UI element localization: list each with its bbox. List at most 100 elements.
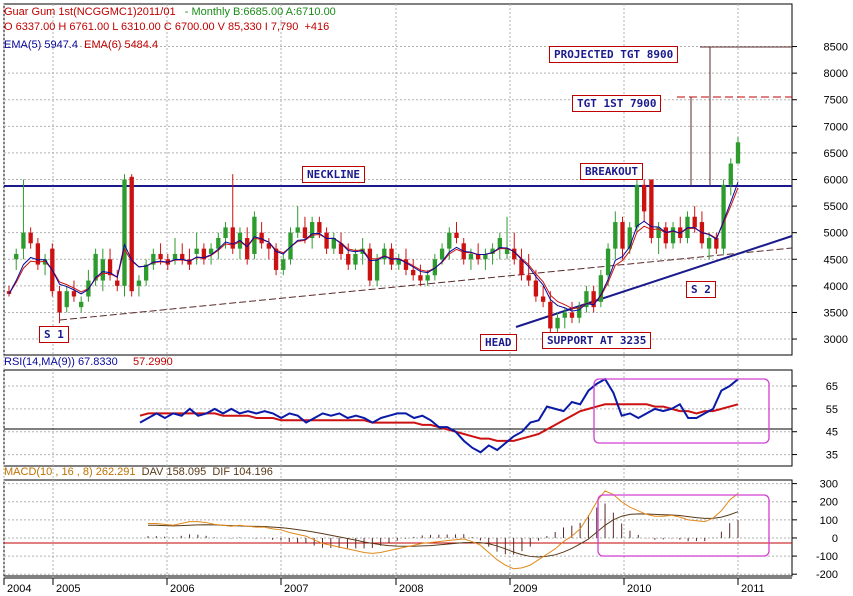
year-tick-label: 2009 — [513, 583, 537, 595]
macd-value: 262.291 — [95, 466, 136, 478]
candle-down — [245, 238, 250, 260]
macd-gridlines — [4, 483, 792, 575]
macd-y-axis: -200 -100 0 100 200 300 — [792, 479, 838, 581]
macd-legend: MACD(10 , 16 , 8) 262.291 DAV 158.095 DI… — [4, 466, 273, 479]
rsi-tick-label: 55 — [826, 404, 838, 416]
candle-down — [346, 253, 351, 265]
ema6-readout: EMA(6) 5484.4 — [84, 39, 159, 51]
price-tick-label: 4500 — [824, 254, 848, 266]
candle-up — [728, 163, 733, 185]
year-tick-label: 2004 — [7, 583, 31, 595]
candle-up — [122, 179, 127, 286]
candle-down — [526, 275, 531, 281]
rsi-tick-label: 35 — [826, 450, 838, 462]
price-tick-label: 8000 — [824, 68, 848, 80]
candle-up — [706, 238, 712, 249]
candle-up — [353, 253, 358, 265]
candle-down — [642, 184, 647, 212]
rsi-value: 67.8330 — [77, 356, 118, 368]
candle-up — [447, 232, 452, 249]
candle-down — [115, 280, 120, 286]
candle-down — [454, 232, 459, 238]
candle-up — [634, 184, 640, 228]
year-tick-label: 2011 — [741, 583, 765, 595]
rsi-legend: RSI(14,MA(9)) 67.8330 57.2990 — [4, 356, 173, 369]
candle-up — [497, 238, 502, 249]
candle-down — [28, 232, 33, 244]
candle-up — [439, 248, 445, 260]
candle-down — [389, 248, 394, 265]
macd-tick-label: 0 — [832, 533, 838, 545]
breakout-label: BREAKOUT — [580, 163, 643, 180]
candle-up — [562, 312, 567, 318]
projected-target-label: PROJECTED TGT 8900 — [549, 46, 679, 63]
s2-label: S 2 — [686, 281, 716, 298]
candle-down — [367, 248, 373, 281]
candle-up — [735, 142, 741, 164]
ema-legend: EMA(5) 5947.4 EMA(6) 5484.4 — [4, 39, 158, 52]
macd-line — [148, 490, 739, 570]
candle-up — [468, 253, 474, 260]
macd-tick-label: 300 — [820, 479, 838, 491]
candle-up — [143, 264, 149, 281]
candle-up — [555, 317, 560, 329]
price-tick-label: 6000 — [824, 175, 848, 187]
candle-down — [302, 227, 308, 238]
x-axis: 2004 2005 2006 2007 2008 2009 2010 2011 — [3, 4, 765, 595]
candle-up — [281, 259, 286, 270]
macd-dav: DAV 158.095 — [141, 466, 207, 478]
macd-label: MACD(10 , 16 , 8) — [4, 466, 93, 478]
price-gridlines — [4, 46, 792, 340]
candle-down — [71, 291, 77, 297]
rsi-tick-label: 65 — [826, 381, 838, 393]
candle-down — [548, 301, 553, 329]
candle-up — [605, 248, 611, 276]
rsi-panel-frame — [3, 369, 793, 467]
price-tick-label: 3000 — [824, 334, 848, 346]
price-tick-label: 4000 — [824, 281, 848, 293]
candle-down — [57, 291, 62, 313]
candle-up — [172, 253, 178, 260]
target1-label: TGT 1ST 7900 — [572, 95, 662, 112]
candle-down — [180, 253, 185, 260]
candle-up — [64, 291, 69, 308]
candle-up — [136, 280, 142, 286]
year-tick-label: 2007 — [284, 583, 308, 595]
price-tick-label: 5000 — [824, 228, 848, 240]
candle-up — [194, 248, 199, 254]
rsi-gridlines — [4, 385, 792, 456]
candle-up — [613, 222, 618, 249]
price-tick-label: 8500 — [824, 42, 848, 54]
year-tick-label: 2010 — [627, 583, 651, 595]
candle-up — [252, 216, 257, 254]
rsi-y-axis: 35 45 55 65 — [792, 381, 838, 462]
macd-tick-label: -200 — [816, 569, 838, 581]
price-tick-label: 5500 — [824, 201, 848, 213]
instrument-title: Guar Gum 1st(NCGGMC1)2011/01 — [4, 6, 176, 18]
candle-down — [158, 253, 163, 260]
macd-tick-label: -100 — [816, 551, 838, 563]
year-tick-label: 2006 — [170, 583, 194, 595]
s1-label: S 1 — [39, 326, 69, 343]
candle-down — [540, 296, 546, 302]
candle-up — [100, 259, 105, 281]
chart-canvas: 2004 2005 2006 2007 2008 2009 2010 2011 3000350… — [3, 3, 848, 595]
price-y-axis: 3000 3500 4000 4500 5000 5500 6000 6500 7000 7500… — [792, 42, 848, 346]
candle-down — [317, 222, 322, 233]
price-tick-label: 7500 — [824, 95, 848, 107]
header-line-1: Guar Gum 1st(NCGGMC1)2011/01 - Monthly B… — [4, 6, 336, 19]
ohlc-readout: O 6337.00 H 6761.00 L 6310.00 C 6700.00 … — [4, 21, 330, 33]
candle-up — [223, 227, 228, 238]
ema5-readout: EMA(5) 5947.4 — [4, 39, 78, 51]
rsi-tick-label: 45 — [826, 427, 838, 439]
head-label: HEAD — [480, 334, 517, 351]
candle-down — [692, 216, 697, 228]
support-label: SUPPORT AT 3235 — [542, 332, 652, 349]
candle-down — [533, 280, 539, 297]
year-tick-label: 2008 — [399, 583, 423, 595]
monthly-quote: - Monthly B:6685.00 A:6710.00 — [184, 6, 336, 18]
candle-down — [663, 227, 668, 244]
candle-up — [374, 259, 380, 281]
candle-down — [324, 232, 329, 249]
candle-down — [411, 269, 416, 276]
